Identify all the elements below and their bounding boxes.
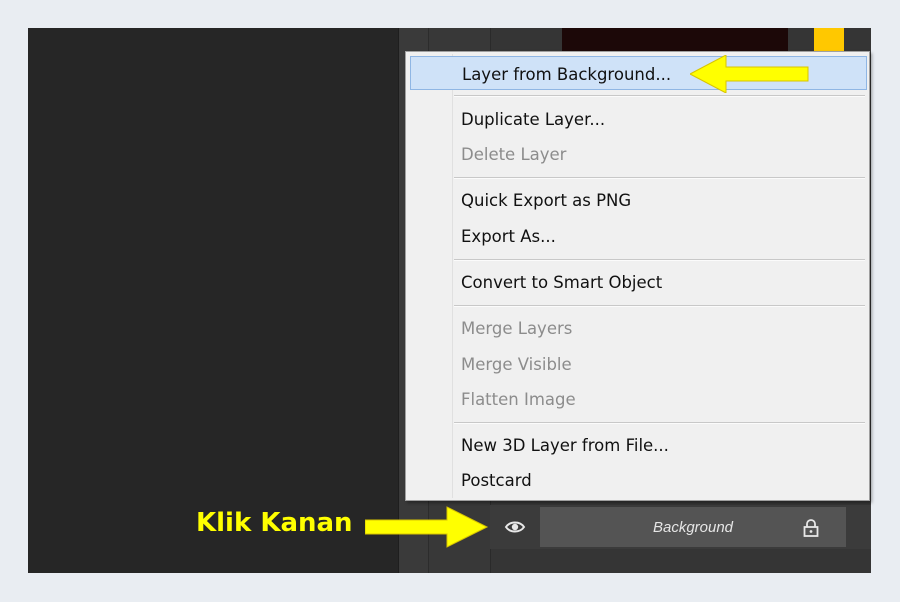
menu-item-duplicate-layer[interactable]: Duplicate Layer... — [410, 102, 867, 136]
menu-item-postcard[interactable]: Postcard — [410, 463, 867, 497]
layer-name: Background — [652, 519, 734, 536]
lock-icon[interactable] — [802, 518, 820, 538]
menu-item-delete-layer[interactable]: Delete Layer — [410, 137, 867, 171]
annotation-caption: Klik Kanan — [196, 508, 353, 538]
menu-item-new-3d-layer[interactable]: New 3D Layer from File... — [410, 428, 867, 462]
menu-item-merge-layers[interactable]: Merge Layers — [410, 311, 867, 345]
color-swatch[interactable] — [814, 28, 844, 52]
arrow-left-icon — [690, 55, 809, 93]
menu-separator — [454, 95, 865, 97]
eye-icon[interactable] — [504, 517, 526, 537]
menu-separator — [454, 305, 865, 307]
menu-item-merge-visible[interactable]: Merge Visible — [410, 347, 867, 381]
menu-item-flatten-image[interactable]: Flatten Image — [410, 382, 867, 416]
menu-item-export-as[interactable]: Export As... — [410, 219, 867, 253]
menu-separator — [454, 259, 865, 261]
layer-context-menu: Layer from Background... Duplicate Layer… — [405, 51, 870, 501]
arrow-right-icon — [365, 506, 489, 548]
menu-item-quick-export-png[interactable]: Quick Export as PNG — [410, 183, 867, 217]
menu-separator — [454, 422, 865, 424]
menu-item-convert-smart-object[interactable]: Convert to Smart Object — [410, 265, 867, 299]
menu-separator — [454, 177, 865, 179]
layer-row-background[interactable]: Background — [490, 505, 871, 549]
layer-name-box[interactable]: Background — [540, 507, 846, 547]
